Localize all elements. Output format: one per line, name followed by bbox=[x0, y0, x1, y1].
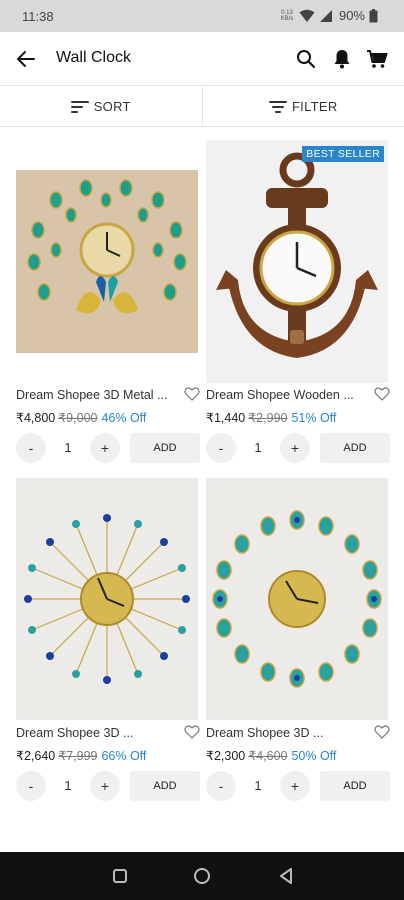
quantity-minus-button[interactable]: - bbox=[206, 771, 236, 801]
product-image[interactable] bbox=[16, 478, 198, 720]
product-price: ₹2,300 bbox=[206, 749, 246, 763]
sort-filter-bar: SORT FILTER bbox=[0, 87, 404, 127]
product-name-row: Dream Shopee 3D ... bbox=[16, 724, 200, 744]
product-image[interactable] bbox=[206, 478, 388, 720]
quantity-stepper: - 1 + ADD bbox=[16, 771, 200, 801]
product-name[interactable]: Dream Shopee 3D ... bbox=[16, 726, 178, 740]
product-card[interactable]: Dream Shopee 3D ... ₹2,300 ₹4,600 50% Off … bbox=[206, 478, 390, 808]
wishlist-heart-icon[interactable] bbox=[184, 724, 200, 740]
app-bar: Wall Clock bbox=[0, 32, 404, 86]
sort-icon bbox=[70, 100, 89, 113]
product-discount: 50% Off bbox=[291, 749, 337, 763]
product-name-row: Dream Shopee Wooden ... bbox=[206, 386, 390, 406]
product-mrp: ₹7,999 bbox=[58, 749, 98, 763]
product-discount: 46% Off bbox=[101, 411, 147, 425]
product-image[interactable] bbox=[16, 170, 198, 353]
best-seller-badge: BEST SELLER bbox=[302, 146, 384, 162]
product-name[interactable]: Dream Shopee Wooden ... bbox=[206, 388, 368, 402]
status-time: 11:38 bbox=[22, 9, 54, 24]
product-price: ₹4,800 bbox=[16, 411, 56, 425]
add-to-cart-button[interactable]: ADD bbox=[320, 771, 390, 801]
product-name[interactable]: Dream Shopee 3D Metal ... bbox=[16, 388, 178, 402]
product-name-row: Dream Shopee 3D Metal ... bbox=[16, 386, 200, 406]
back-triangle-icon[interactable] bbox=[276, 866, 296, 886]
product-price: ₹1,440 bbox=[206, 411, 246, 425]
filter-icon bbox=[268, 100, 287, 113]
product-discount: 66% Off bbox=[101, 749, 147, 763]
product-prices: ₹4,800 ₹9,000 46% Off bbox=[16, 410, 146, 425]
filter-label: FILTER bbox=[291, 99, 338, 114]
add-to-cart-button[interactable]: ADD bbox=[130, 771, 200, 801]
wishlist-heart-icon[interactable] bbox=[374, 386, 390, 402]
product-card[interactable]: BEST SELLER Dream Shopee Wooden ... ₹1,4… bbox=[206, 140, 390, 470]
quantity-stepper: - 1 + ADD bbox=[206, 771, 390, 801]
filter-button[interactable]: FILTER bbox=[201, 87, 404, 126]
product-mrp: ₹9,000 bbox=[58, 411, 98, 425]
add-to-cart-button[interactable]: ADD bbox=[130, 433, 200, 463]
quantity-value: 1 bbox=[64, 440, 72, 455]
back-arrow-icon[interactable] bbox=[12, 45, 40, 73]
product-mrp: ₹2,990 bbox=[248, 411, 288, 425]
product-card[interactable]: Dream Shopee 3D Metal ... ₹4,800 ₹9,000 46… bbox=[16, 140, 200, 470]
quantity-value: 1 bbox=[254, 440, 262, 455]
battery-icon bbox=[369, 8, 378, 22]
product-prices: ₹1,440 ₹2,990 51% Off bbox=[206, 410, 336, 425]
quantity-stepper: - 1 + ADD bbox=[206, 433, 390, 463]
sort-button[interactable]: SORT bbox=[0, 87, 202, 126]
signal-icon bbox=[319, 9, 332, 22]
quantity-plus-button[interactable]: + bbox=[90, 433, 120, 463]
status-bar: 11:38 0.13 KB/s 90% bbox=[0, 0, 404, 32]
product-discount: 51% Off bbox=[291, 411, 337, 425]
search-icon[interactable] bbox=[294, 47, 318, 71]
page-title: Wall Clock bbox=[56, 49, 131, 66]
cart-icon[interactable] bbox=[365, 47, 389, 71]
status-indicators: 0.13 KB/s 90% bbox=[279, 8, 378, 23]
quantity-value: 1 bbox=[64, 778, 72, 793]
product-prices: ₹2,640 ₹7,999 66% Off bbox=[16, 748, 146, 763]
home-circle-icon[interactable] bbox=[192, 866, 212, 886]
product-mrp: ₹4,600 bbox=[248, 749, 288, 763]
network-speed: 0.13 KB/s bbox=[280, 9, 294, 22]
product-name[interactable]: Dream Shopee 3D ... bbox=[206, 726, 368, 740]
sort-label: SORT bbox=[93, 99, 131, 114]
system-nav-bar bbox=[0, 852, 404, 900]
quantity-plus-button[interactable]: + bbox=[280, 433, 310, 463]
wishlist-heart-icon[interactable] bbox=[184, 386, 200, 402]
quantity-value: 1 bbox=[254, 778, 262, 793]
bell-icon[interactable] bbox=[330, 47, 354, 71]
wifi-icon bbox=[299, 9, 315, 22]
quantity-minus-button[interactable]: - bbox=[16, 771, 46, 801]
quantity-plus-button[interactable]: + bbox=[90, 771, 120, 801]
product-prices: ₹2,300 ₹4,600 50% Off bbox=[206, 748, 336, 763]
product-card[interactable]: Dream Shopee 3D ... ₹2,640 ₹7,999 66% Off … bbox=[16, 478, 200, 808]
battery-percent: 90% bbox=[338, 8, 365, 23]
product-name-row: Dream Shopee 3D ... bbox=[206, 724, 390, 744]
quantity-plus-button[interactable]: + bbox=[280, 771, 310, 801]
wishlist-heart-icon[interactable] bbox=[374, 724, 390, 740]
quantity-minus-button[interactable]: - bbox=[206, 433, 236, 463]
add-to-cart-button[interactable]: ADD bbox=[320, 433, 390, 463]
quantity-minus-button[interactable]: - bbox=[16, 433, 46, 463]
recents-square-icon[interactable] bbox=[110, 866, 130, 886]
quantity-stepper: - 1 + ADD bbox=[16, 433, 200, 463]
product-image[interactable]: BEST SELLER bbox=[206, 140, 388, 383]
product-price: ₹2,640 bbox=[16, 749, 56, 763]
